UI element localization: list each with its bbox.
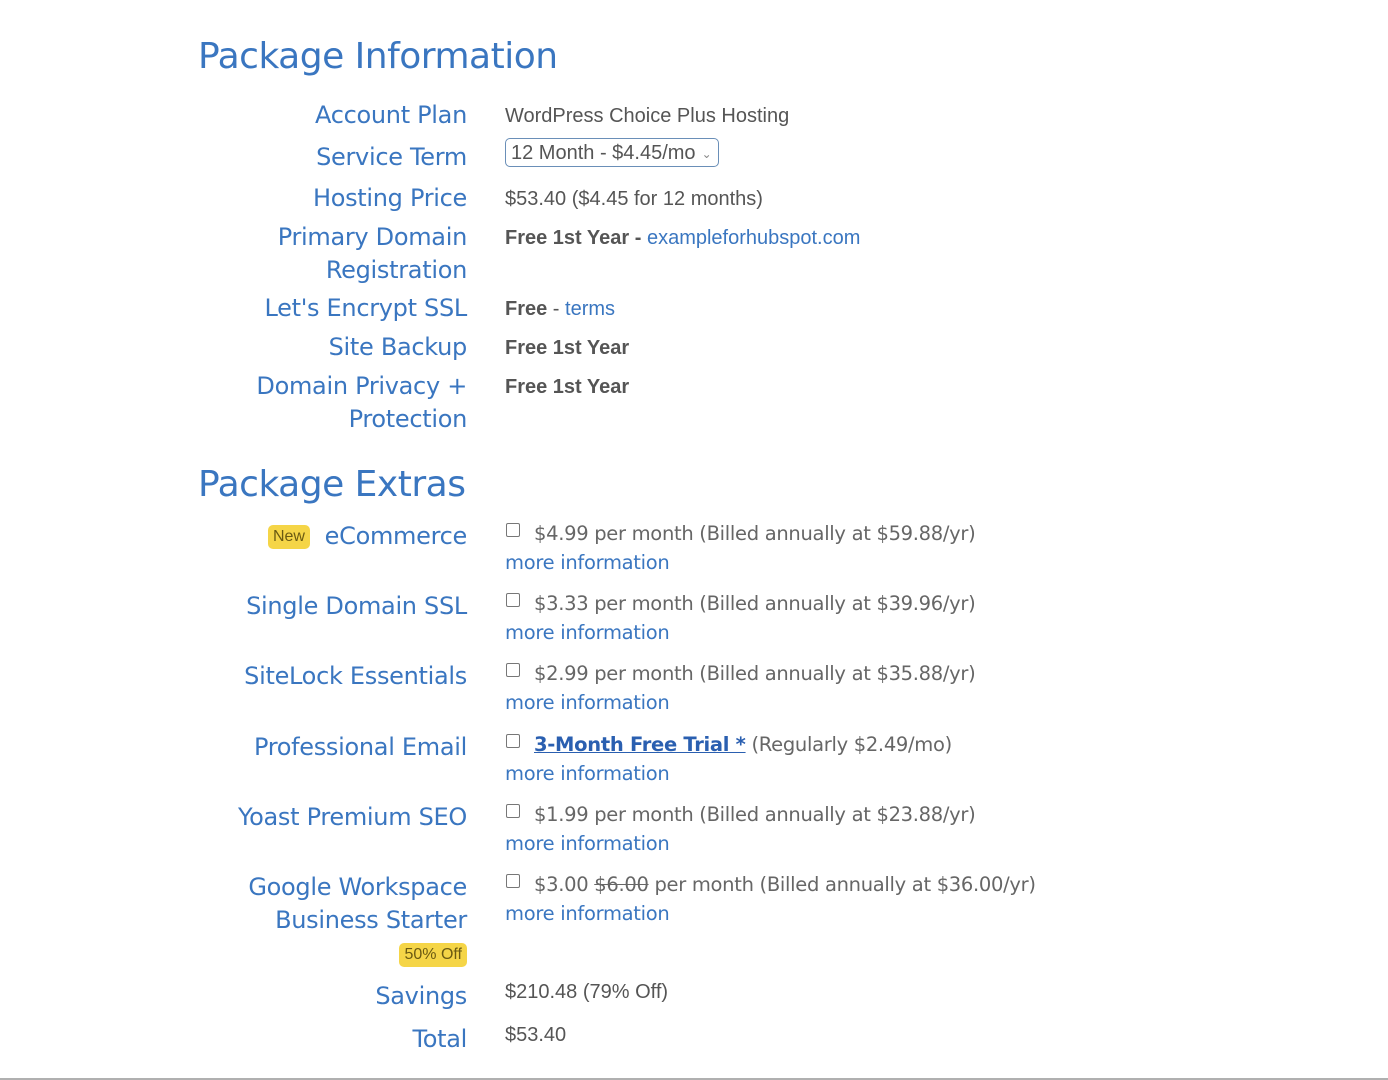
discount-badge: 50% Off [399,943,467,967]
extra-label: Yoast Premium SEO [237,803,467,831]
savings-label: Savings [375,982,467,1010]
more-information-link[interactable]: more information [505,548,975,577]
ssl-terms-link[interactable]: terms [565,298,615,320]
more-information-link[interactable]: more information [505,688,975,717]
extra-label: Google Workspace Business Starter 50% Of… [248,871,467,971]
more-information-link[interactable]: more information [505,618,975,647]
extra-checkbox[interactable] [506,874,520,888]
extra-label: New eCommerce [267,520,468,553]
free-trial-link[interactable]: 3-Month Free Trial * [534,733,746,756]
ssl-separator: - [547,298,566,320]
extra-price: $4.99 per month (Billed annually at $59.… [534,522,976,545]
extra-price: (Regularly $2.49/mo) [745,733,952,756]
service-term-selected: 12 Month - $4.45/mo [511,142,696,164]
ssl-label: Let's Encrypt SSL [264,294,467,322]
account-plan-label: Account Plan [315,101,467,129]
account-plan-value: WordPress Choice Plus Hosting [505,105,790,127]
extra-checkbox[interactable] [506,663,520,677]
more-information-link[interactable]: more information [505,759,952,788]
domain-privacy-label: Domain Privacy + Protection [256,370,467,436]
domain-privacy-status: Free 1st Year [505,376,630,398]
extra-label: SiteLock Essentials [244,662,467,690]
extra-price: $3.33 per month (Billed annually at $39.… [534,592,976,615]
hosting-price-label: Hosting Price [312,184,467,212]
extra-label: Professional Email [253,733,467,761]
package-extras-title: Package Extras [198,464,466,505]
extra-label-text: eCommerce [324,522,468,550]
new-badge: New [267,525,310,549]
primary-domain-label-line2: Registration [325,256,467,284]
extra-checkbox[interactable] [506,734,520,748]
extra-price: $2.99 per month (Billed annually at $35.… [534,662,976,685]
extra-checkbox[interactable] [506,804,520,818]
domain-privacy-label-line2: Protection [348,405,468,433]
package-information-title: Package Information [198,36,558,77]
ssl-status: Free [505,298,548,320]
site-backup-label: Site Backup [328,333,468,361]
extra-price: per month (Billed annually at $36.00/yr) [648,873,1036,896]
domain-link[interactable]: exampleforhubspot.com [647,227,860,249]
total-label: Total [412,1025,467,1053]
hosting-price-value: $53.40 ($4.45 for 12 months) [505,188,763,210]
domain-privacy-label-line1: Domain Privacy + [256,372,467,400]
total-value: $53.40 [505,1024,567,1046]
more-information-link[interactable]: more information [505,899,1036,928]
service-term-select[interactable]: 12 Month - $4.45/mo ⌄ [505,138,719,167]
site-backup-status: Free 1st Year [505,337,630,359]
primary-domain-label: Primary Domain Registration [277,221,468,287]
extra-checkbox[interactable] [506,523,520,537]
extra-price-new: $3.00 [534,873,589,896]
service-term-label: Service Term [316,143,467,171]
extra-price: $1.99 per month (Billed annually at $23.… [534,803,976,826]
extra-label-line2: Business Starter [275,906,467,934]
extra-label: Single Domain SSL [246,592,467,620]
primary-domain-status: Free 1st Year - [505,227,642,249]
extra-price-old: $6.00 [594,873,649,896]
extra-checkbox[interactable] [506,593,520,607]
savings-value: $210.48 (79% Off) [505,981,669,1003]
extra-label-line1: Google Workspace [248,873,467,901]
more-information-link[interactable]: more information [505,829,975,858]
chevron-down-icon: ⌄ [701,146,712,161]
primary-domain-label-line1: Primary Domain [277,223,468,251]
